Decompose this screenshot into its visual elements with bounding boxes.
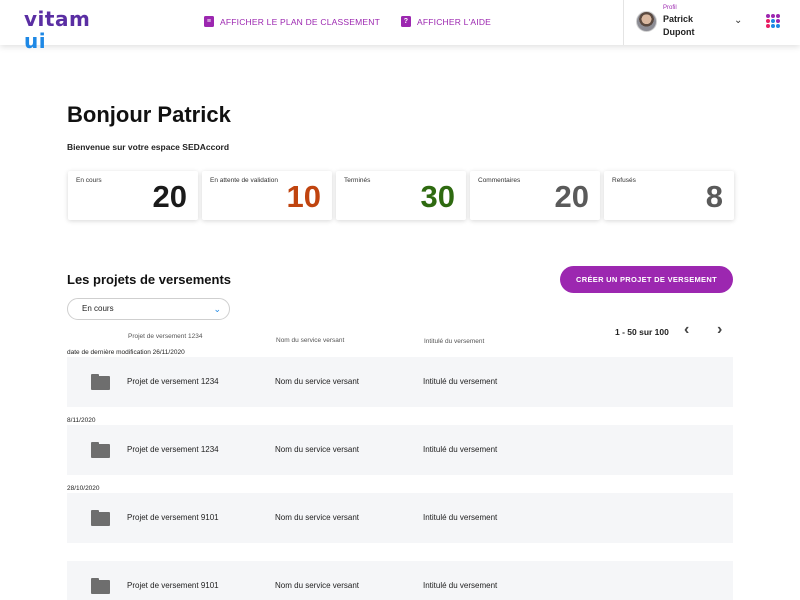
stat-label: Terminés xyxy=(344,177,371,184)
stat-value: 10 xyxy=(286,179,321,214)
app-dot xyxy=(771,19,775,23)
app-dot xyxy=(776,19,780,23)
profile-last-name: Dupont xyxy=(663,27,695,37)
transfer-title: Intitulé du versement xyxy=(423,377,498,386)
stat-value: 20 xyxy=(554,179,589,214)
group-date: 28/10/2020 xyxy=(67,485,100,492)
table-row[interactable]: Projet de versement 1234 Nom du service … xyxy=(67,357,733,407)
project-name: Projet de versement 9101 xyxy=(127,581,219,590)
column-header-title[interactable]: Intitulé du versement xyxy=(424,338,484,345)
column-header-service[interactable]: Nom du service versant xyxy=(276,337,344,344)
folder-icon xyxy=(91,578,110,594)
section-title: Les projets de versements xyxy=(67,272,232,287)
service-name: Nom du service versant xyxy=(275,445,360,454)
app-dot xyxy=(771,14,775,18)
project-name: Projet de versement 9101 xyxy=(127,513,219,522)
profile-name[interactable]: Patrick Dupont xyxy=(663,13,695,39)
folder-icon xyxy=(91,442,110,458)
nav-label-help: Afficher l'aide xyxy=(417,16,492,27)
create-button-label: Créer un projet de versement xyxy=(576,275,717,284)
stat-card-rejected[interactable]: Refusés 8 xyxy=(604,171,734,220)
stat-value: 30 xyxy=(420,179,455,214)
profile-label: Profil xyxy=(663,5,677,11)
stat-label: En attente de validation xyxy=(210,177,278,184)
transfer-title: Intitulé du versement xyxy=(423,581,498,590)
status-filter-value: En cours xyxy=(82,304,114,313)
transfer-title: Intitulé du versement xyxy=(423,513,498,522)
folder-icon xyxy=(91,510,110,526)
next-page-button[interactable]: › xyxy=(717,321,722,339)
stat-card-in-progress[interactable]: En cours 20 xyxy=(68,171,198,220)
top-header: vitam ui ≡ Afficher le plan de classemen… xyxy=(0,0,800,52)
vitam-ui-logo[interactable]: vitam ui xyxy=(24,7,104,52)
stat-card-awaiting-validation[interactable]: En attente de validation 10 xyxy=(202,171,332,220)
nav-show-help[interactable]: ? Afficher l'aide xyxy=(401,16,491,27)
folder-icon xyxy=(91,374,110,390)
header-divider xyxy=(623,0,624,45)
stat-label: Refusés xyxy=(612,177,636,184)
app-dot xyxy=(776,24,780,28)
stat-value: 8 xyxy=(705,179,723,214)
chevron-down-icon: ⌄ xyxy=(213,304,221,314)
column-header-project[interactable]: Projet de versement 1234 xyxy=(128,333,202,340)
project-name: Projet de versement 1234 xyxy=(127,377,219,386)
help-icon: ? xyxy=(401,16,411,27)
pagination-info: 1 - 50 sur 100 xyxy=(615,327,669,337)
transfer-title: Intitulé du versement xyxy=(423,445,498,454)
page-subtitle: Bienvenue sur votre espace SEDAccord xyxy=(67,142,230,152)
service-name: Nom du service versant xyxy=(275,377,360,386)
app-dot xyxy=(766,24,770,28)
group-date: 8/11/2020 xyxy=(67,417,96,424)
service-name: Nom du service versant xyxy=(275,581,360,590)
page-title: Bonjour Patrick xyxy=(67,102,231,127)
nav-label-classification-plan: Afficher le plan de classement xyxy=(220,16,380,27)
stat-card-completed[interactable]: Terminés 30 xyxy=(336,171,466,220)
app-dot xyxy=(766,19,770,23)
app-dot xyxy=(776,14,780,18)
table-row[interactable]: Projet de versement 9101 Nom du service … xyxy=(67,561,733,600)
stat-label: Commentaires xyxy=(478,177,521,184)
stat-label: En cours xyxy=(76,177,102,184)
app-dot xyxy=(766,14,770,18)
service-name: Nom du service versant xyxy=(275,513,360,522)
status-filter-select[interactable]: En cours ⌄ xyxy=(67,298,230,320)
logo-main-text: vitam xyxy=(24,7,91,31)
table-row[interactable]: Projet de versement 1234 Nom du service … xyxy=(67,425,733,475)
clipboard-icon: ≡ xyxy=(204,16,214,27)
avatar[interactable] xyxy=(636,11,657,32)
previous-page-button[interactable]: ‹ xyxy=(684,321,689,339)
nav-show-classification-plan[interactable]: ≡ Afficher le plan de classement xyxy=(204,16,380,27)
logo-accent-text: ui xyxy=(24,29,47,53)
stat-card-comments[interactable]: Commentaires 20 xyxy=(470,171,600,220)
chevron-down-icon[interactable]: ⌄ xyxy=(734,15,742,26)
project-name: Projet de versement 1234 xyxy=(127,445,219,454)
stat-value: 20 xyxy=(152,179,187,214)
profile-first-name: Patrick xyxy=(663,14,694,24)
create-transfer-project-button[interactable]: Créer un projet de versement xyxy=(560,266,733,293)
table-row[interactable]: Projet de versement 9101 Nom du service … xyxy=(67,493,733,543)
app-launcher-icon[interactable] xyxy=(766,14,780,28)
last-modified-date: date de dernière modification 26/11/2020 xyxy=(67,349,185,356)
app-dot xyxy=(771,24,775,28)
